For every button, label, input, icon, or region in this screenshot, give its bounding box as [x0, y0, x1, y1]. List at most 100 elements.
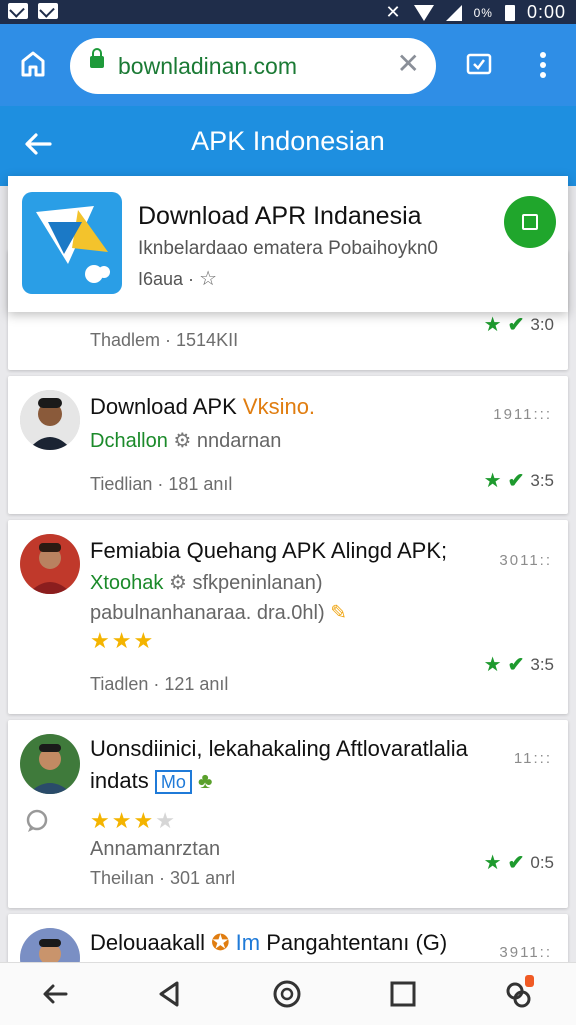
overflow-menu-icon[interactable]	[526, 48, 560, 82]
app-bar: APK Indonesian	[0, 106, 576, 186]
item-title-tag: Vksino.	[242, 394, 316, 419]
avatar	[20, 390, 80, 450]
item-meta: Thadlem · 1514KII	[90, 330, 239, 350]
star-icon: ★	[483, 654, 502, 676]
gmail-icon	[8, 3, 28, 19]
star-empty-icon: ★	[155, 808, 177, 833]
mute-icon: ✕	[385, 2, 402, 22]
item-description: pabulnanhanaraa. dra.0hl) ✎	[90, 600, 347, 625]
item-description: Annamanrztan	[90, 838, 221, 860]
featured-title: Download APR Indanesia	[138, 202, 422, 230]
signal-icon	[445, 4, 462, 21]
square-recents-icon[interactable]	[386, 977, 420, 1011]
tabs-icon[interactable]	[462, 48, 496, 82]
battery-icon	[504, 4, 515, 21]
check-icon: ✔	[507, 470, 525, 492]
item-title: Femiabia Quehang APK Alingd APK;	[90, 538, 448, 563]
star-icon: ★	[111, 628, 134, 653]
browser-home-icon[interactable]	[16, 48, 50, 82]
clock: 0:00	[526, 2, 566, 22]
star-rating: ★★★	[90, 628, 155, 654]
featured-subtitle: Iknbelardaao ematera Pobaihoykn0	[138, 238, 438, 259]
item-title-line2: indats Mo ♣	[90, 768, 212, 794]
rating-value: 3:0	[530, 314, 554, 334]
item-title-text: Delouaakall	[90, 930, 205, 955]
avatar	[20, 534, 80, 594]
star-icon: ★	[90, 628, 112, 653]
rating-value: 0:5	[530, 852, 554, 872]
star-rating: ★★★★	[90, 808, 177, 834]
item-meta: Theilıan · 301 anrl	[90, 868, 236, 888]
item-rating: ★ ✔ 0:5	[484, 850, 554, 875]
item-title: Download APK Vksino.	[90, 394, 315, 420]
item-meta: Tiadlen · 121 anıl	[90, 674, 229, 694]
item-rating: ★ ✔ 3:5	[484, 652, 554, 677]
item-rating: ★ ✔ 3:5	[484, 468, 554, 493]
star-icon: ★	[483, 852, 502, 874]
item-category: nndarnan	[196, 430, 282, 452]
item-badge: Mo	[154, 770, 192, 794]
comment-icon[interactable]	[24, 808, 50, 839]
rating-value: 3:5	[530, 654, 554, 674]
circle-home-icon[interactable]	[270, 977, 304, 1011]
item-developer: Dchallon	[90, 430, 168, 452]
avatar	[20, 734, 80, 794]
gmail-icon	[38, 3, 58, 19]
item-title: Uonsdiinici, lekahakaling Aftlovaratlali…	[90, 736, 468, 761]
list-item[interactable]: Download APK Vksino. Dchallon ⚙ nndarnan…	[8, 376, 568, 514]
list-item[interactable]: Femiabia Quehang APK Alingd APK; Xtoohak…	[8, 520, 568, 714]
item-subtitle: Xtoohak ⚙ sfkpeninlanan)	[90, 570, 323, 595]
item-subtitle: Dchallon ⚙ nndarnan	[90, 428, 281, 453]
browser-toolbar: bownladinan.com ✕	[0, 24, 576, 106]
clear-url-icon[interactable]: ✕	[397, 50, 420, 78]
item-time: 1911:::	[493, 406, 552, 423]
check-icon: ✔	[507, 654, 525, 676]
item-description-text: pabulnanhanaraa. dra.0hl)	[90, 602, 325, 624]
star-outline-icon: ☆	[199, 268, 217, 290]
wifi-icon	[413, 4, 434, 21]
item-title: Delouaakall ✪ Im Pangahtentanı (G)	[90, 930, 447, 956]
check-icon: ✔	[507, 314, 525, 336]
notification-badge	[525, 975, 534, 987]
featured-meta-text: I6aua ·	[138, 269, 195, 289]
item-title-text: Download APK	[90, 394, 237, 419]
open-app-button[interactable]	[504, 196, 556, 248]
address-bar[interactable]: bownladinan.com ✕	[70, 38, 436, 94]
item-time: 3011::	[499, 552, 552, 569]
url-text[interactable]: bownladinan.com	[118, 53, 297, 80]
navigation-bar	[0, 962, 576, 1025]
badge-icon: ⚙	[173, 430, 192, 452]
star-icon: ★	[133, 628, 156, 653]
lock-icon	[90, 48, 104, 68]
check-icon: ✔	[507, 852, 525, 874]
item-rating: ★ ✔ 3:0	[484, 312, 554, 337]
item-category: sfkpeninlanan)	[192, 572, 323, 594]
leaf-icon: ♣	[197, 768, 213, 793]
item-meta: Tiedlian · 181 anıl	[90, 474, 233, 494]
featured-app-card[interactable]: Download APR Indanesia Iknbelardaao emat…	[8, 176, 568, 312]
badge-icon: ⚙	[168, 572, 187, 594]
star-icon: ★	[90, 808, 112, 833]
item-title-tag: Im	[235, 930, 261, 955]
badge-icon: ✪	[211, 930, 230, 955]
app-logo-icon	[22, 192, 122, 294]
item-time: 3911::	[499, 944, 552, 961]
star-icon: ★	[111, 808, 134, 833]
item-title-rest: Pangahtentanı (G)	[266, 930, 448, 955]
back-icon[interactable]	[38, 977, 72, 1011]
item-developer: Xtoohak	[90, 572, 164, 594]
list-item[interactable]: Uonsdiinici, lekahakaling Aftlovaratlali…	[8, 720, 568, 908]
item-title-text: indats	[90, 768, 149, 793]
triangle-back-icon[interactable]	[152, 977, 186, 1011]
page-title: APK Indonesian	[191, 126, 385, 156]
status-bar: ✕ 0% 0:00	[0, 0, 576, 24]
featured-meta: I6aua · ☆	[138, 266, 217, 291]
star-icon: ★	[483, 470, 502, 492]
item-time: 11:::	[513, 750, 552, 767]
pencil-icon: ✎	[330, 602, 347, 624]
battery-percent: 0%	[473, 5, 493, 20]
rating-value: 3:5	[530, 470, 554, 490]
notification-icon[interactable]	[502, 975, 536, 1011]
star-icon: ★	[133, 808, 156, 833]
star-icon: ★	[483, 314, 502, 336]
